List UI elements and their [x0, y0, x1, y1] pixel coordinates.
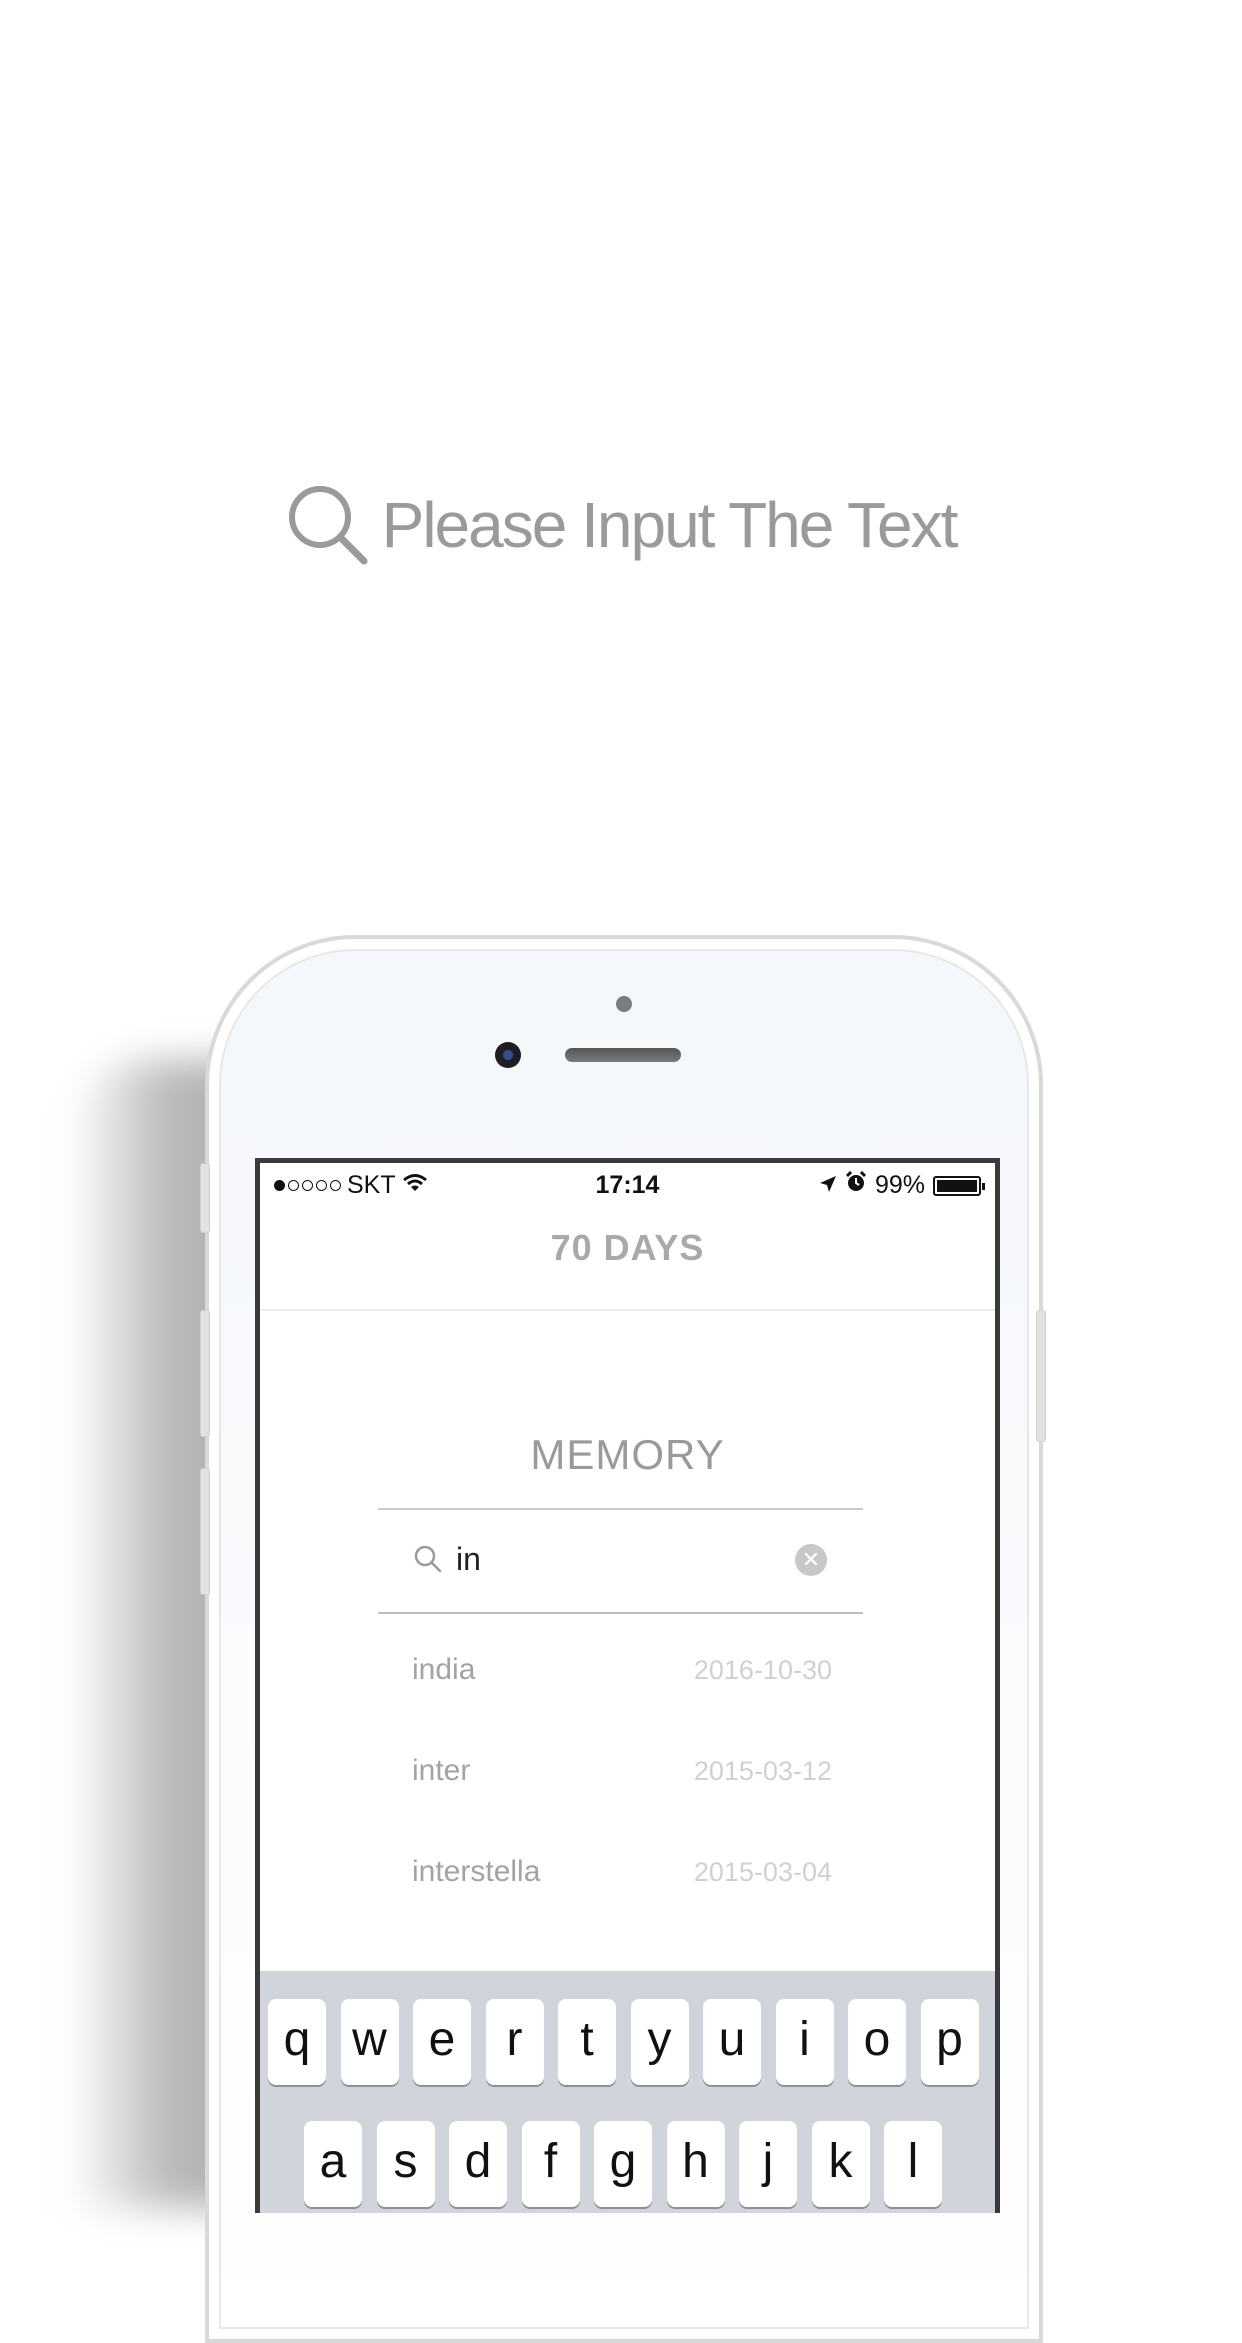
key-o[interactable]: o	[848, 1999, 906, 2085]
result-date: 2015-03-12	[693, 1756, 832, 1786]
battery-icon	[933, 1175, 985, 1196]
result-name: india	[412, 1653, 476, 1686]
result-name: interstella	[412, 1855, 541, 1888]
search-results: india 2016-10-30 inter 2015-03-12 inters…	[412, 1633, 832, 1936]
keyboard-row-2: a s d f g h j k l	[304, 2121, 995, 2207]
key-g[interactable]: g	[594, 2121, 652, 2207]
promo-headline: Please Input The Text	[0, 470, 1242, 580]
key-j[interactable]: j	[739, 2121, 797, 2207]
search-bar[interactable]: ✕	[378, 1508, 863, 1614]
key-y[interactable]: y	[630, 1999, 689, 2085]
search-input[interactable]	[456, 1534, 776, 1584]
keyboard: q w e r t y u i o p a s d f g h j k l	[260, 1971, 995, 2213]
proximity-sensor	[616, 996, 632, 1012]
front-camera	[495, 1042, 521, 1068]
result-name: inter	[412, 1754, 471, 1787]
key-d[interactable]: d	[449, 2121, 507, 2207]
search-icon	[286, 483, 370, 567]
search-icon	[413, 1544, 443, 1579]
key-a[interactable]: a	[304, 2121, 362, 2207]
phone-screen: SKT 17:14 99% 70 DAYS MEMORY in ✕ india …	[255, 1158, 1000, 2213]
result-row[interactable]: interstella 2015-03-04	[412, 1835, 832, 1936]
clear-icon[interactable]: ✕	[795, 1544, 827, 1576]
status-bar: SKT 17:14 99%	[260, 1163, 995, 1203]
headline-text: Please Input The Text	[381, 489, 959, 561]
key-w[interactable]: w	[340, 1999, 399, 2085]
battery-percent: 99%	[874, 1171, 925, 1199]
side-button-volume-down	[200, 1468, 210, 1595]
key-f[interactable]: f	[521, 2121, 580, 2207]
keyboard-row-1: q w e r t y u i o p	[268, 1999, 995, 2085]
side-button-mute	[200, 1163, 210, 1233]
key-q[interactable]: q	[268, 1999, 326, 2085]
key-e[interactable]: e	[413, 1999, 471, 2085]
key-k[interactable]: k	[811, 2121, 870, 2207]
result-row[interactable]: inter 2015-03-12	[412, 1734, 832, 1835]
key-l[interactable]: l	[884, 2121, 942, 2207]
result-row[interactable]: india 2016-10-30	[412, 1633, 832, 1734]
nav-title: 70 DAYS	[550, 1227, 705, 1268]
alarm-icon	[845, 1170, 867, 1200]
memory-title: MEMORY	[530, 1431, 725, 1478]
key-i[interactable]: i	[775, 1999, 834, 2085]
side-button-power	[1036, 1310, 1046, 1442]
side-button-volume-up	[200, 1310, 210, 1437]
key-s[interactable]: s	[376, 2121, 435, 2207]
key-r[interactable]: r	[485, 1999, 544, 2085]
key-u[interactable]: u	[703, 1999, 761, 2085]
key-h[interactable]: h	[666, 2121, 725, 2207]
result-date: 2015-03-04	[693, 1857, 832, 1887]
earpiece-speaker	[565, 1048, 681, 1062]
key-t[interactable]: t	[558, 1999, 616, 2085]
location-arrow-icon	[819, 1171, 837, 1200]
result-date: 2016-10-30	[693, 1655, 832, 1685]
key-p[interactable]: p	[920, 1999, 979, 2085]
nav-divider	[260, 1309, 995, 1311]
